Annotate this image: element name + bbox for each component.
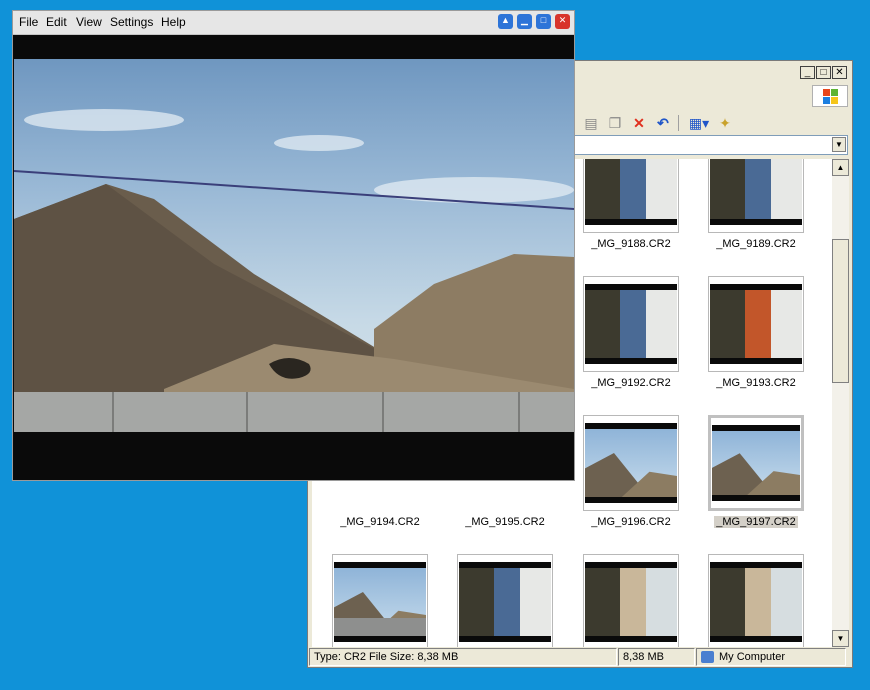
scroll-thumb[interactable] (832, 239, 849, 383)
thumbnail-caption-text: _MG_9197.CR2 (714, 516, 798, 528)
thumbnail[interactable] (708, 415, 804, 511)
thumbnail-caption[interactable]: _MG_9192.CR2 (576, 377, 686, 389)
thumbnail-caption[interactable]: _MG_9189.CR2 (701, 238, 811, 250)
thumbnail-image (585, 159, 677, 225)
scroll-up-icon[interactable]: ▲ (832, 159, 849, 176)
thumbnail-caption-text: _MG_9192.CR2 (591, 377, 671, 389)
thumbnail-caption[interactable]: _MG_9188.CR2 (576, 238, 686, 250)
toolbar-separator (678, 115, 679, 131)
thumbnail-caption[interactable]: _MG_9193.CR2 (701, 377, 811, 389)
status-zone: My Computer (696, 648, 846, 666)
thumbnail-image (585, 562, 677, 642)
undo-icon[interactable]: ↶ (654, 114, 672, 132)
scroll-down-icon[interactable]: ▼ (832, 630, 849, 647)
wall-seam (518, 392, 520, 432)
thumbnail-image (710, 159, 802, 225)
thumbnail-image (585, 284, 677, 364)
thumbnail[interactable] (457, 554, 553, 647)
menu-edit[interactable]: Edit (46, 15, 67, 29)
thumbnail-image (459, 562, 551, 642)
thumbnail-caption-text: _MG_9196.CR2 (591, 516, 671, 528)
close-icon[interactable]: ✕ (555, 14, 570, 29)
thumbnail-caption-text: _MG_9193.CR2 (716, 377, 796, 389)
viewer-photo (14, 59, 574, 432)
thumbnail-caption[interactable]: _MG_9194.CR2 (325, 516, 435, 528)
status-zone-label: My Computer (719, 651, 786, 663)
image-viewer-window: File Edit View Settings Help ▲ ▁ □ ✕ (12, 10, 575, 481)
shade-icon[interactable]: ▲ (498, 14, 513, 29)
thumbnail[interactable] (583, 415, 679, 511)
new-folder-icon[interactable]: ✦ (716, 114, 734, 132)
thumbnail-image (710, 562, 802, 642)
status-bar: Type: CR2 File Size: 8,38 MB 8,38 MB My … (308, 647, 852, 667)
thumbnail-image (710, 284, 802, 364)
wall-seam (112, 392, 114, 432)
windows-logo (812, 85, 848, 107)
viewer-menubar: File Edit View Settings Help ▲ ▁ □ ✕ (13, 11, 574, 35)
thumbnail-caption-text: _MG_9194.CR2 (340, 516, 420, 528)
wall-seam (382, 392, 384, 432)
thumbnail-caption[interactable]: _MG_9195.CR2 (450, 516, 560, 528)
views-icon[interactable]: ▦▾ (686, 114, 712, 132)
thumbnail[interactable] (332, 554, 428, 647)
thumbnail[interactable] (708, 159, 804, 233)
menu-help[interactable]: Help (161, 15, 186, 29)
thumbnail-image (712, 425, 800, 501)
thumbnail[interactable] (583, 276, 679, 372)
thumbnail-caption[interactable]: _MG_9197.CR2 (701, 516, 811, 528)
menu-file[interactable]: File (19, 15, 38, 29)
photo-mounds (14, 170, 574, 399)
maximize-icon[interactable]: □ (816, 66, 831, 79)
windows-flag-icon (823, 89, 839, 105)
thumbnail-image (585, 423, 677, 503)
thumbnail-caption-text: _MG_9188.CR2 (591, 238, 671, 250)
copy-to-icon[interactable]: ❐ (606, 114, 624, 132)
thumbnail[interactable] (708, 276, 804, 372)
concrete-wall (14, 392, 574, 432)
delete-icon[interactable]: ✕ (630, 114, 648, 132)
move-to-icon[interactable]: ▤ (582, 114, 600, 132)
maximize-icon[interactable]: □ (536, 14, 551, 29)
menu-settings[interactable]: Settings (110, 15, 153, 29)
vertical-scrollbar[interactable]: ▲ ▼ (832, 159, 849, 647)
wall-seam (246, 392, 248, 432)
thumbnail[interactable] (583, 159, 679, 233)
minimize-icon[interactable]: _ (800, 66, 815, 79)
thumbnail-caption-text: _MG_9195.CR2 (465, 516, 545, 528)
thumbnail-image (334, 562, 426, 642)
thumbnail[interactable] (583, 554, 679, 647)
menu-view[interactable]: View (76, 15, 102, 29)
close-icon[interactable]: ✕ (832, 66, 847, 79)
thumbnail-caption-text: _MG_9189.CR2 (716, 238, 796, 250)
status-info: Type: CR2 File Size: 8,38 MB (309, 648, 617, 666)
thumbnail[interactable] (708, 554, 804, 647)
status-size: 8,38 MB (618, 648, 695, 666)
thumbnail-caption[interactable]: _MG_9196.CR2 (576, 516, 686, 528)
address-dropdown-icon[interactable]: ▼ (832, 137, 846, 152)
minimize-icon[interactable]: ▁ (517, 14, 532, 29)
computer-icon (701, 651, 714, 663)
